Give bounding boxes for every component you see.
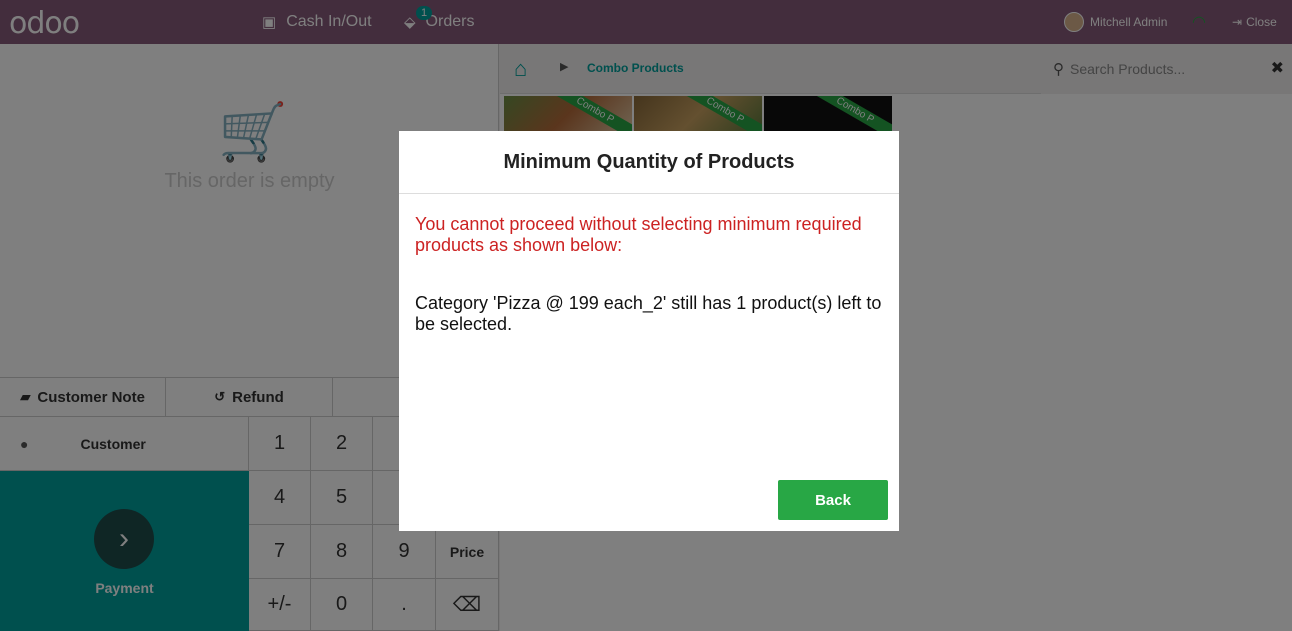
dialog-error-message: You cannot proceed without selecting min… bbox=[415, 214, 862, 255]
dialog-detail-text: Category 'Pizza @ 199 each_2' still has … bbox=[415, 293, 882, 334]
dialog-title: Minimum Quantity of Products bbox=[399, 131, 899, 194]
minimum-quantity-dialog: Minimum Quantity of Products You cannot … bbox=[399, 131, 899, 531]
back-button[interactable]: Back bbox=[778, 480, 888, 520]
